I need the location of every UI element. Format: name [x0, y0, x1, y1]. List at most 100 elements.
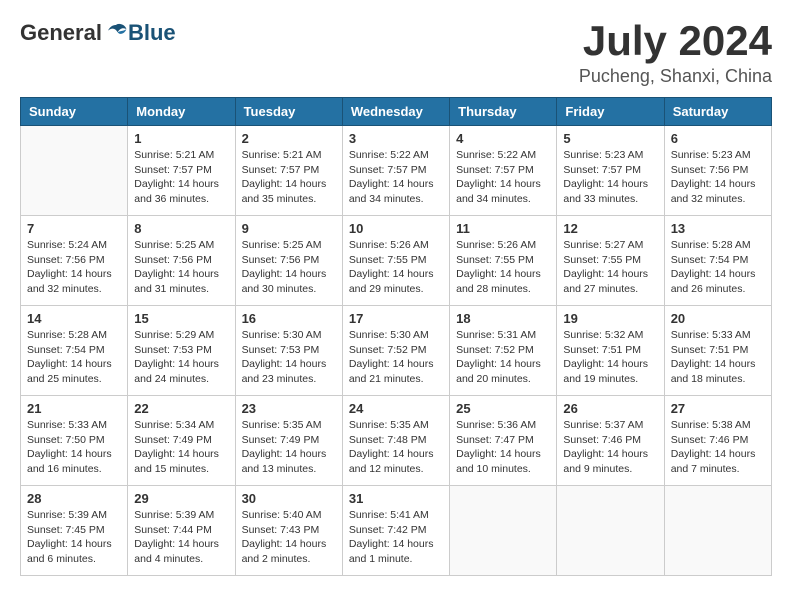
weekday-header: Thursday [450, 98, 557, 126]
cell-info: Sunrise: 5:21 AM Sunset: 7:57 PM Dayligh… [242, 148, 336, 207]
day-number: 2 [242, 131, 336, 146]
calendar-cell: 21 Sunrise: 5:33 AM Sunset: 7:50 PM Dayli… [21, 396, 128, 486]
day-number: 6 [671, 131, 765, 146]
calendar-week-row: 21 Sunrise: 5:33 AM Sunset: 7:50 PM Dayli… [21, 396, 772, 486]
calendar-cell: 25 Sunrise: 5:36 AM Sunset: 7:47 PM Dayli… [450, 396, 557, 486]
day-number: 21 [27, 401, 121, 416]
calendar-cell: 10Sunrise: 5:26 AM Sunset: 7:55 PM Dayli… [342, 216, 449, 306]
calendar-table: SundayMondayTuesdayWednesdayThursdayFrid… [20, 97, 772, 576]
calendar-cell: 14Sunrise: 5:28 AM Sunset: 7:54 PM Dayli… [21, 306, 128, 396]
day-number: 4 [456, 131, 550, 146]
calendar-cell: 13Sunrise: 5:28 AM Sunset: 7:54 PM Dayli… [664, 216, 771, 306]
day-number: 19 [563, 311, 657, 326]
day-number: 26 [563, 401, 657, 416]
cell-info: Sunrise: 5:39 AM Sunset: 7:45 PM Dayligh… [27, 508, 121, 567]
cell-info: Sunrise: 5:22 AM Sunset: 7:57 PM Dayligh… [456, 148, 550, 207]
day-number: 13 [671, 221, 765, 236]
calendar-cell: 11Sunrise: 5:26 AM Sunset: 7:55 PM Dayli… [450, 216, 557, 306]
calendar-cell: 26 Sunrise: 5:37 AM Sunset: 7:46 PM Dayli… [557, 396, 664, 486]
cell-info: Sunrise: 5:40 AM Sunset: 7:43 PM Dayligh… [242, 508, 336, 567]
day-number: 14 [27, 311, 121, 326]
calendar-cell: 3 Sunrise: 5:22 AM Sunset: 7:57 PM Daylig… [342, 126, 449, 216]
day-number: 8 [134, 221, 228, 236]
calendar-cell: 19 Sunrise: 5:32 AM Sunset: 7:51 PM Dayli… [557, 306, 664, 396]
calendar-cell: 18 Sunrise: 5:31 AM Sunset: 7:52 PM Dayli… [450, 306, 557, 396]
day-number: 18 [456, 311, 550, 326]
cell-info: Sunrise: 5:38 AM Sunset: 7:46 PM Dayligh… [671, 418, 765, 477]
cell-info: Sunrise: 5:23 AM Sunset: 7:56 PM Dayligh… [671, 148, 765, 207]
calendar-cell: 16Sunrise: 5:30 AM Sunset: 7:53 PM Dayli… [235, 306, 342, 396]
day-number: 31 [349, 491, 443, 506]
day-number: 28 [27, 491, 121, 506]
calendar-cell: 8 Sunrise: 5:25 AM Sunset: 7:56 PM Daylig… [128, 216, 235, 306]
calendar-cell [21, 126, 128, 216]
cell-info: Sunrise: 5:30 AM Sunset: 7:52 PM Dayligh… [349, 328, 443, 387]
cell-info: Sunrise: 5:26 AM Sunset: 7:55 PM Dayligh… [349, 238, 443, 297]
calendar-week-row: 1Sunrise: 5:21 AM Sunset: 7:57 PM Daylig… [21, 126, 772, 216]
calendar-cell: 24 Sunrise: 5:35 AM Sunset: 7:48 PM Dayli… [342, 396, 449, 486]
title-section: July 2024 Pucheng, Shanxi, China [579, 20, 772, 87]
day-number: 12 [563, 221, 657, 236]
calendar-cell: 31 Sunrise: 5:41 AM Sunset: 7:42 PM Dayli… [342, 486, 449, 576]
cell-info: Sunrise: 5:24 AM Sunset: 7:56 PM Dayligh… [27, 238, 121, 297]
calendar-cell: 5 Sunrise: 5:23 AM Sunset: 7:57 PM Daylig… [557, 126, 664, 216]
cell-info: Sunrise: 5:37 AM Sunset: 7:46 PM Dayligh… [563, 418, 657, 477]
calendar-cell: 7 Sunrise: 5:24 AM Sunset: 7:56 PM Daylig… [21, 216, 128, 306]
cell-info: Sunrise: 5:35 AM Sunset: 7:49 PM Dayligh… [242, 418, 336, 477]
calendar-cell: 29 Sunrise: 5:39 AM Sunset: 7:44 PM Dayli… [128, 486, 235, 576]
calendar-week-row: 28 Sunrise: 5:39 AM Sunset: 7:45 PM Dayli… [21, 486, 772, 576]
day-number: 3 [349, 131, 443, 146]
calendar-cell: 1Sunrise: 5:21 AM Sunset: 7:57 PM Daylig… [128, 126, 235, 216]
calendar-cell: 17Sunrise: 5:30 AM Sunset: 7:52 PM Dayli… [342, 306, 449, 396]
month-title: July 2024 [579, 20, 772, 62]
logo-bird-icon [104, 21, 128, 45]
calendar-cell [664, 486, 771, 576]
location: Pucheng, Shanxi, China [579, 66, 772, 87]
cell-info: Sunrise: 5:33 AM Sunset: 7:51 PM Dayligh… [671, 328, 765, 387]
day-number: 27 [671, 401, 765, 416]
day-number: 20 [671, 311, 765, 326]
day-number: 7 [27, 221, 121, 236]
cell-info: Sunrise: 5:25 AM Sunset: 7:56 PM Dayligh… [134, 238, 228, 297]
calendar-cell: 23 Sunrise: 5:35 AM Sunset: 7:49 PM Dayli… [235, 396, 342, 486]
calendar-header-row: SundayMondayTuesdayWednesdayThursdayFrid… [21, 98, 772, 126]
cell-info: Sunrise: 5:23 AM Sunset: 7:57 PM Dayligh… [563, 148, 657, 207]
calendar-cell: 6 Sunrise: 5:23 AM Sunset: 7:56 PM Daylig… [664, 126, 771, 216]
weekday-header: Friday [557, 98, 664, 126]
calendar-cell [450, 486, 557, 576]
calendar-cell [557, 486, 664, 576]
cell-info: Sunrise: 5:32 AM Sunset: 7:51 PM Dayligh… [563, 328, 657, 387]
cell-info: Sunrise: 5:41 AM Sunset: 7:42 PM Dayligh… [349, 508, 443, 567]
page-header: General Blue July 2024 Pucheng, Shanxi, … [20, 20, 772, 87]
day-number: 29 [134, 491, 228, 506]
cell-info: Sunrise: 5:30 AM Sunset: 7:53 PM Dayligh… [242, 328, 336, 387]
weekday-header: Monday [128, 98, 235, 126]
calendar-week-row: 7 Sunrise: 5:24 AM Sunset: 7:56 PM Daylig… [21, 216, 772, 306]
calendar-cell: 15Sunrise: 5:29 AM Sunset: 7:53 PM Dayli… [128, 306, 235, 396]
day-number: 9 [242, 221, 336, 236]
day-number: 30 [242, 491, 336, 506]
calendar-cell: 22Sunrise: 5:34 AM Sunset: 7:49 PM Dayli… [128, 396, 235, 486]
weekday-header: Tuesday [235, 98, 342, 126]
calendar-cell: 12 Sunrise: 5:27 AM Sunset: 7:55 PM Dayli… [557, 216, 664, 306]
cell-info: Sunrise: 5:22 AM Sunset: 7:57 PM Dayligh… [349, 148, 443, 207]
day-number: 23 [242, 401, 336, 416]
cell-info: Sunrise: 5:39 AM Sunset: 7:44 PM Dayligh… [134, 508, 228, 567]
cell-info: Sunrise: 5:33 AM Sunset: 7:50 PM Dayligh… [27, 418, 121, 477]
calendar-cell: 28 Sunrise: 5:39 AM Sunset: 7:45 PM Dayli… [21, 486, 128, 576]
day-number: 22 [134, 401, 228, 416]
cell-info: Sunrise: 5:31 AM Sunset: 7:52 PM Dayligh… [456, 328, 550, 387]
calendar-cell: 20 Sunrise: 5:33 AM Sunset: 7:51 PM Dayli… [664, 306, 771, 396]
cell-info: Sunrise: 5:25 AM Sunset: 7:56 PM Dayligh… [242, 238, 336, 297]
day-number: 5 [563, 131, 657, 146]
calendar-week-row: 14Sunrise: 5:28 AM Sunset: 7:54 PM Dayli… [21, 306, 772, 396]
day-number: 25 [456, 401, 550, 416]
logo: General Blue [20, 20, 176, 46]
day-number: 24 [349, 401, 443, 416]
day-number: 11 [456, 221, 550, 236]
cell-info: Sunrise: 5:35 AM Sunset: 7:48 PM Dayligh… [349, 418, 443, 477]
cell-info: Sunrise: 5:36 AM Sunset: 7:47 PM Dayligh… [456, 418, 550, 477]
cell-info: Sunrise: 5:27 AM Sunset: 7:55 PM Dayligh… [563, 238, 657, 297]
weekday-header: Sunday [21, 98, 128, 126]
weekday-header: Wednesday [342, 98, 449, 126]
